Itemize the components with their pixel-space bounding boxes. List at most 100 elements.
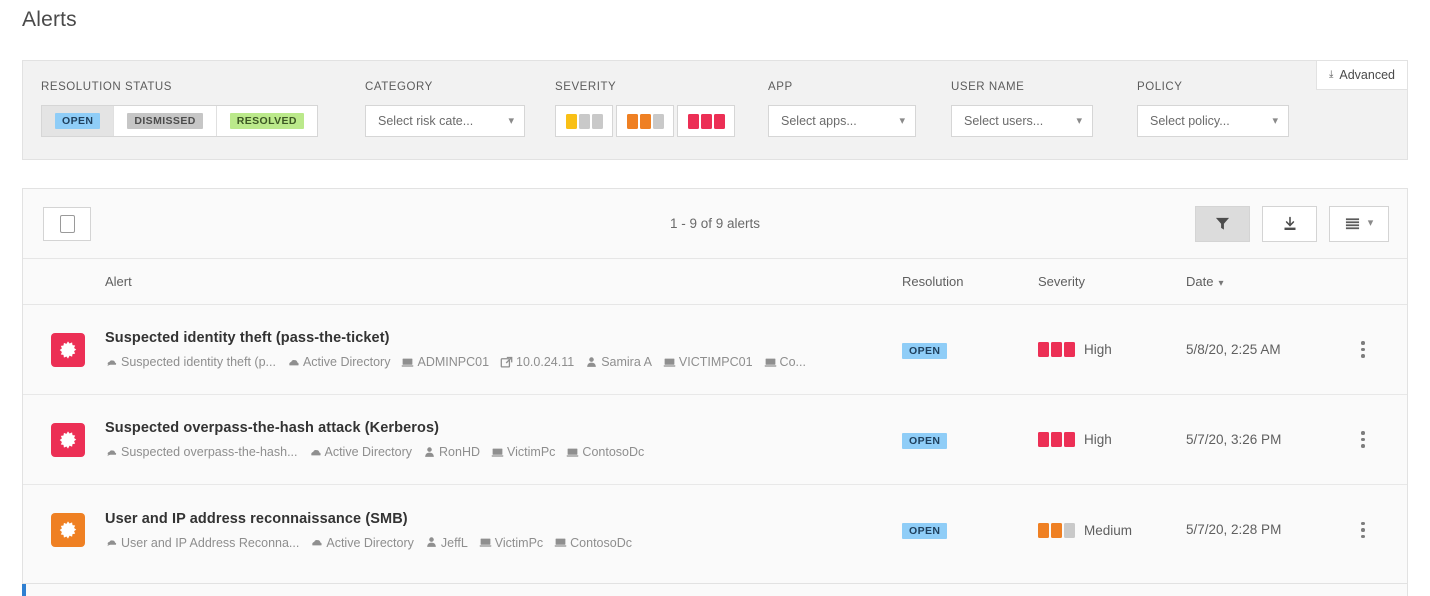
alert-meta-item: VICTIMPC01	[663, 355, 753, 369]
alert-meta-text: User and IP Address Reconna...	[121, 535, 300, 550]
filter-button[interactable]	[1195, 205, 1250, 242]
page-title: Alerts	[22, 8, 77, 31]
resolution-status-segmented: OPEN DISMISSED RESOLVED	[41, 105, 318, 137]
row-icon-cell	[23, 513, 105, 547]
policy-icon	[105, 536, 118, 549]
severity-bar-empty	[578, 113, 590, 129]
alert-meta-item: Active Directory	[310, 536, 414, 550]
table-toolbar: 1 - 9 of 9 alerts ▾	[23, 189, 1407, 259]
row-overflow-menu-icon[interactable]	[1361, 521, 1407, 539]
severity-bar-filled	[565, 113, 577, 129]
alert-meta-item: ADMINPC01	[401, 355, 489, 369]
alert-starburst-icon	[51, 513, 85, 547]
resolution-option-dismissed[interactable]: DISMISSED	[114, 106, 217, 136]
severity-bar-filled	[687, 113, 699, 129]
row-alert-cell: Suspected overpass-the-hash attack (Kerb…	[105, 420, 902, 459]
alert-meta-text: Active Directory	[326, 535, 414, 550]
alert-meta-text: 10.0.24.11	[516, 355, 575, 369]
alert-meta-text: Suspected overpass-the-hash...	[121, 445, 298, 459]
filter-label-user-name: USER NAME	[951, 81, 1025, 93]
severity-bar-empty	[591, 113, 603, 129]
severity-bar-filled	[1051, 432, 1062, 447]
table-row[interactable]: Suspected identity theft (pass-the-ticke…	[23, 305, 1407, 395]
alert-meta-text: VictimPc	[494, 535, 544, 550]
sort-chevron-down-icon: ▾	[1218, 278, 1224, 289]
alert-meta-item: Suspected overpass-the-hash...	[105, 445, 298, 459]
row-severity-cell: High	[1038, 342, 1186, 357]
double-chevron-down-icon: ⤓	[1328, 69, 1334, 80]
user-select[interactable]: Select users... ▾	[951, 105, 1093, 137]
app-select[interactable]: Select apps... ▾	[768, 105, 916, 137]
alert-meta-item: Active Directory	[287, 355, 390, 369]
row-alert-cell: User and IP address reconnaissance (SMB)…	[105, 511, 902, 550]
view-options-button[interactable]: ▾	[1329, 205, 1389, 242]
row-menu-cell	[1361, 431, 1407, 448]
alert-starburst-icon	[51, 422, 85, 457]
resolution-option-resolved[interactable]: RESOLVED	[216, 106, 317, 136]
category-select[interactable]: Select risk cate... ▾	[365, 105, 525, 137]
alert-title[interactable]: Suspected identity theft (pass-the-ticke…	[105, 330, 902, 346]
user-icon	[425, 536, 438, 549]
computer-icon	[663, 356, 676, 369]
row-resolution-cell: OPEN	[902, 341, 1038, 359]
resolution-option-open[interactable]: OPEN	[42, 106, 115, 136]
alert-meta-item: VictimPc	[491, 445, 555, 459]
alert-title[interactable]: Suspected overpass-the-hash attack (Kerb…	[105, 420, 902, 436]
row-severity-cell: High	[1038, 432, 1186, 447]
row-date-cell: 5/8/20, 2:25 AM	[1186, 341, 1361, 359]
severity-label: High	[1084, 432, 1112, 447]
cloud-icon	[287, 356, 300, 369]
alert-meta-item: User and IP Address Reconna...	[105, 536, 299, 550]
filter-severity: SEVERITY	[555, 81, 738, 137]
advanced-toggle[interactable]: ⤓ Advanced	[1315, 60, 1408, 90]
row-overflow-menu-icon[interactable]	[1361, 431, 1407, 448]
header-date[interactable]: Date ▾	[1186, 274, 1361, 289]
severity-bar-filled	[700, 113, 712, 129]
table-row[interactable]: Suspected overpass-the-hash attack (Kerb…	[23, 395, 1407, 485]
severity-option-medium[interactable]	[616, 105, 674, 137]
row-severity-cell: Medium	[1038, 522, 1186, 538]
user-icon	[585, 356, 598, 369]
severity-bar-filled	[1064, 342, 1075, 357]
chevron-down-icon: ▾	[899, 114, 905, 127]
alert-meta-text: Active Directory	[324, 445, 413, 459]
list-lines-icon	[1345, 217, 1359, 229]
category-select-value: Select risk cate...	[378, 114, 474, 128]
alert-title[interactable]: User and IP address reconnaissance (SMB)	[105, 511, 902, 527]
alert-meta-text: Co...	[779, 355, 806, 369]
computer-icon	[764, 356, 777, 369]
row-icon-cell	[23, 422, 105, 457]
filter-category: CATEGORY Select risk cate... ▾	[365, 81, 525, 137]
alert-meta-item: 10.0.24.11	[500, 355, 574, 369]
table-row[interactable]: User and IP address reconnaissance (SMB)…	[23, 485, 1407, 575]
select-all-checkbox[interactable]	[43, 206, 91, 241]
alert-meta-line: Suspected overpass-the-hash... Active Dir…	[105, 445, 902, 459]
export-button[interactable]	[1262, 205, 1317, 242]
alert-meta-item: VictimPc	[479, 536, 543, 550]
alert-starburst-icon	[51, 332, 85, 367]
alert-meta-line: Suspected identity theft (p... Active Dir…	[105, 355, 902, 369]
filter-label-resolution-status: RESOLUTION STATUS	[41, 81, 172, 93]
filter-bar: RESOLUTION STATUS OPEN DISMISSED RESOLVE…	[22, 60, 1408, 160]
table-body: Suspected identity theft (pass-the-ticke…	[23, 305, 1407, 575]
status-badge: OPEN	[902, 432, 948, 449]
severity-bars	[1038, 522, 1075, 538]
alert-meta-text: Samira A	[601, 355, 652, 369]
severity-bar-filled	[1038, 342, 1049, 357]
policy-select[interactable]: Select policy... ▾	[1137, 105, 1289, 137]
severity-bar-filled	[1038, 522, 1049, 538]
user-icon	[423, 446, 436, 459]
severity-option-high[interactable]	[677, 105, 735, 137]
computer-icon	[566, 446, 579, 459]
alert-meta-text: JeffL	[440, 535, 468, 550]
filter-app: APP Select apps... ▾	[768, 81, 916, 137]
computer-icon	[401, 356, 414, 369]
severity-option-low[interactable]	[555, 105, 613, 137]
row-overflow-menu-icon[interactable]	[1361, 341, 1407, 358]
alert-meta-text: RonHD	[439, 445, 481, 459]
row-alert-cell: Suspected identity theft (pass-the-ticke…	[105, 330, 902, 369]
severity-bars	[1038, 432, 1075, 447]
alert-date: 5/7/20, 3:26 PM	[1186, 431, 1282, 447]
toolbar-actions: ▾	[1195, 205, 1389, 242]
header-resolution: Resolution	[902, 274, 964, 289]
